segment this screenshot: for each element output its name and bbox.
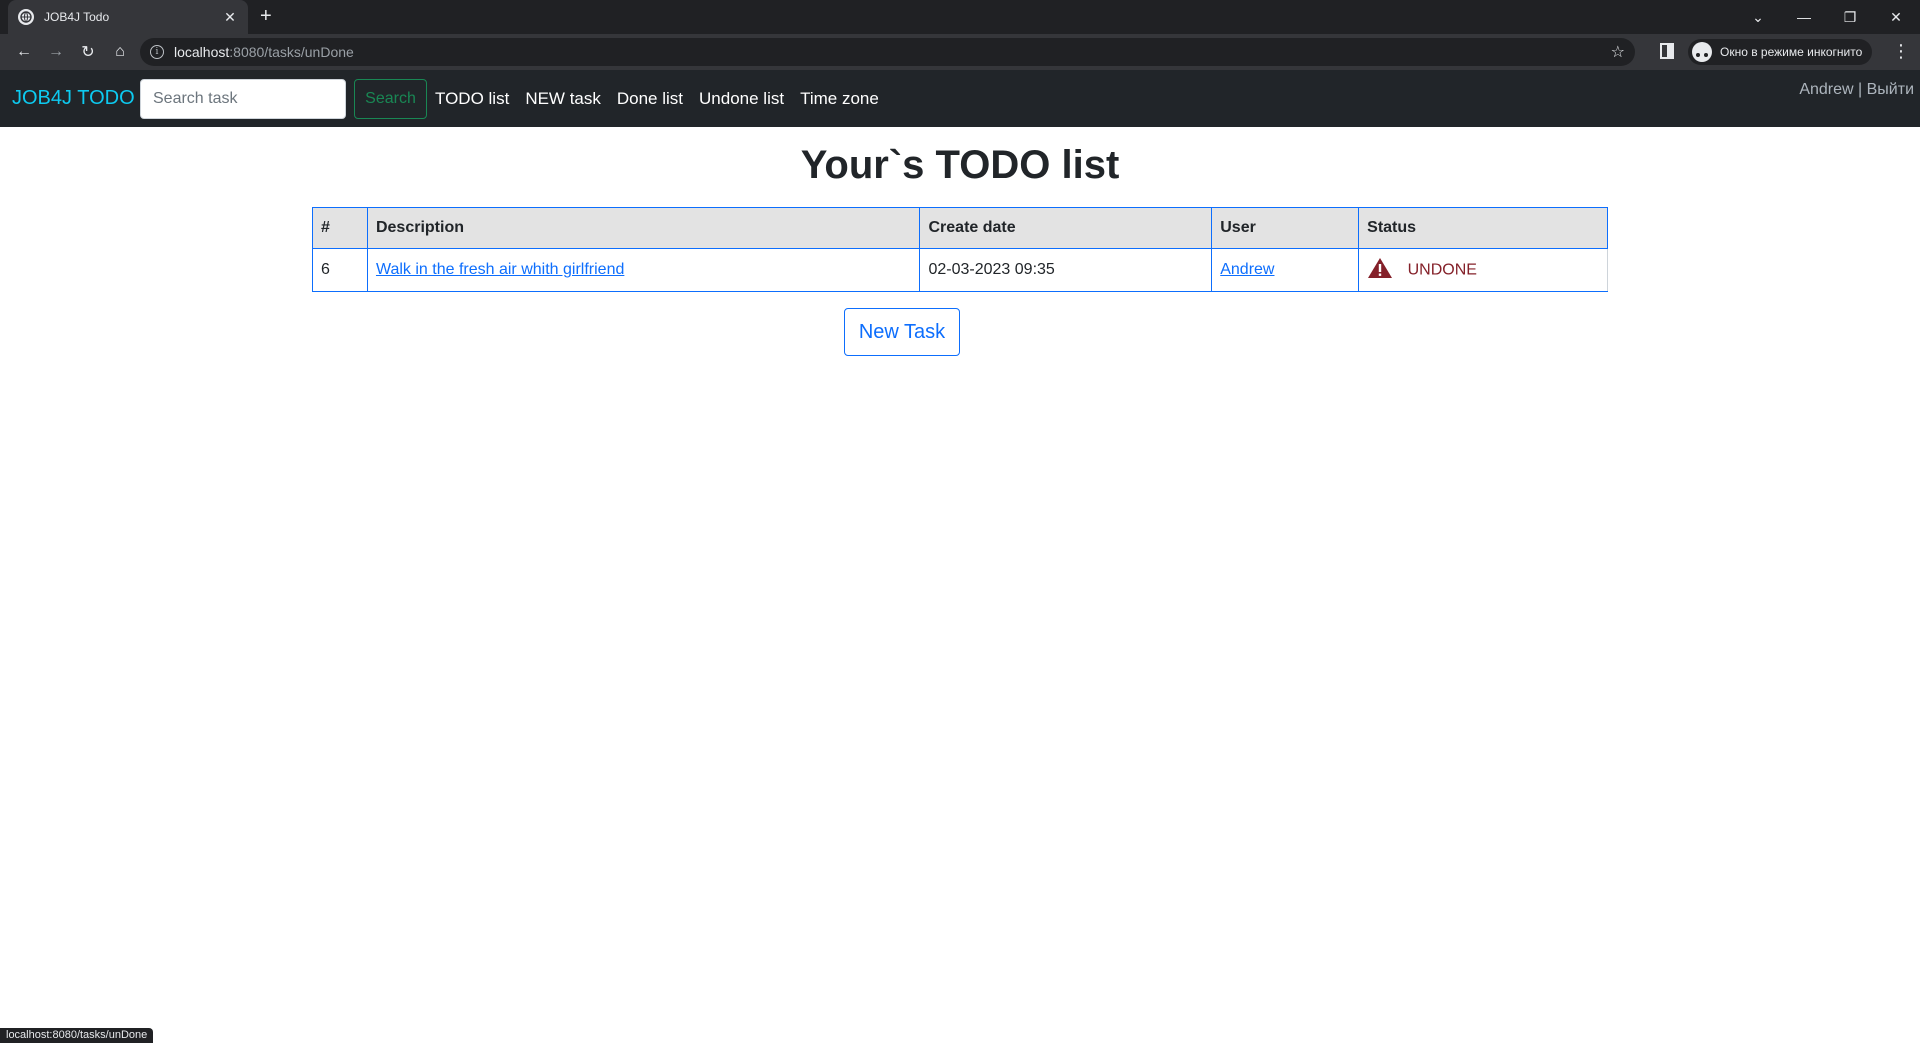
incognito-label: Окно в режиме инкогнито — [1720, 45, 1863, 59]
search-button[interactable]: Search — [354, 79, 427, 119]
menu-icon[interactable]: ⋮ — [1892, 42, 1910, 60]
task-user-link[interactable]: Andrew — [1220, 261, 1274, 278]
header-create-date: Create date — [919, 207, 1213, 249]
tasks-table: # Description Create date User Status 6 … — [312, 207, 1608, 292]
tab-title: JOB4J Todo — [44, 10, 110, 24]
user-box: Andrew | Выйти — [1799, 81, 1914, 99]
restore-icon[interactable]: ❐ — [1827, 0, 1873, 34]
warning-icon — [1367, 257, 1393, 284]
star-icon[interactable]: ☆ — [1611, 42, 1625, 62]
page-title: Your`s TODO list — [800, 143, 1120, 187]
globe-icon — [18, 9, 34, 25]
new-tab-button[interactable]: + — [260, 6, 272, 26]
reload-icon[interactable]: ↻ — [72, 38, 104, 66]
task-id: 6 — [312, 248, 368, 292]
incognito-button[interactable]: Окно в режиме инкогнито — [1688, 39, 1873, 65]
url-path: :8080/tasks/unDone — [229, 44, 354, 60]
nav-links: TODO list NEW task Done list Undone list… — [435, 89, 879, 109]
header-description: Description — [366, 207, 921, 249]
search-input[interactable] — [140, 79, 346, 119]
task-description-cell: Walk in the fresh air whith girlfriend — [366, 248, 921, 292]
info-icon[interactable]: i — [150, 45, 164, 59]
header-id: # — [312, 207, 368, 249]
user-name[interactable]: Andrew — [1799, 81, 1853, 98]
nav-undone-list[interactable]: Undone list — [699, 89, 784, 109]
brand-logo[interactable]: JOB4J TODO — [12, 87, 135, 110]
browser-tab[interactable]: JOB4J Todo ✕ — [8, 0, 248, 34]
address-bar[interactable]: i localhost :8080/tasks/unDone ☆ — [140, 38, 1635, 66]
forward-icon[interactable]: → — [40, 38, 72, 66]
task-description-link[interactable]: Walk in the fresh air whith girlfriend — [376, 261, 624, 278]
side-panel-icon[interactable] — [1660, 43, 1674, 59]
home-icon[interactable]: ⌂ — [104, 38, 136, 66]
logout-link[interactable]: Выйти — [1867, 81, 1914, 98]
table-row: 6 Walk in the fresh air whith girlfriend… — [312, 248, 1608, 292]
nav-done-list[interactable]: Done list — [617, 89, 683, 109]
browser-status-url: localhost:8080/tasks/unDone — [0, 1028, 154, 1043]
task-created: 02-03-2023 09:35 — [919, 248, 1213, 292]
incognito-icon — [1692, 42, 1712, 62]
header-status: Status — [1358, 207, 1608, 249]
nav-todo-list[interactable]: TODO list — [435, 89, 509, 109]
close-window-icon[interactable]: ✕ — [1873, 0, 1919, 34]
app-navbar: JOB4J TODO Search TODO list NEW task Don… — [0, 70, 1920, 127]
nav-time-zone[interactable]: Time zone — [800, 89, 879, 109]
user-separator: | — [1858, 81, 1863, 98]
task-status: UNDONE — [1407, 261, 1477, 279]
minimize-icon[interactable]: — — [1781, 0, 1827, 34]
browser-toolbar: ← → ↻ ⌂ i localhost :8080/tasks/unDone ☆… — [0, 34, 1920, 70]
task-user-cell: Andrew — [1211, 248, 1360, 292]
tab-close-icon[interactable]: ✕ — [222, 9, 238, 26]
tab-search-icon[interactable]: ⌄ — [1735, 0, 1781, 34]
nav-new-task[interactable]: NEW task — [525, 89, 601, 109]
header-user: User — [1211, 207, 1360, 249]
browser-tabbar: JOB4J Todo ✕ + ⌄ — ❐ ✕ — [0, 0, 1920, 34]
table-header-row: # Description Create date User Status — [312, 207, 1608, 249]
back-icon[interactable]: ← — [8, 38, 40, 66]
task-status-cell: UNDONE — [1358, 248, 1608, 292]
url-host: localhost — [174, 44, 230, 60]
new-task-button[interactable]: New Task — [844, 308, 960, 356]
